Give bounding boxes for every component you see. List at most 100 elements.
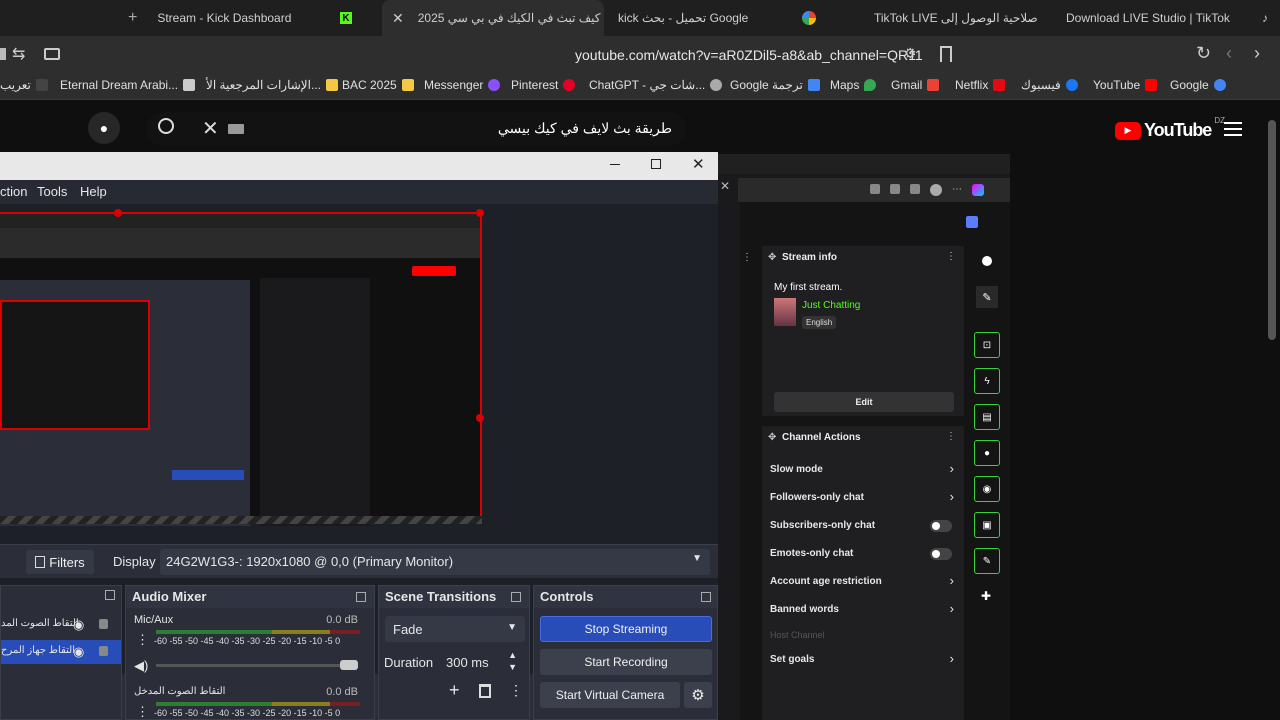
more-icon[interactable]: ⋮	[136, 632, 149, 648]
more-icon[interactable]: ⋮	[946, 251, 956, 262]
screen-icon[interactable]: ▣	[974, 512, 1000, 538]
broadcast-icon[interactable]: ◉	[974, 476, 1000, 502]
mic-icon[interactable]: ●	[88, 112, 120, 144]
source-item[interactable]: التقاط الصوت المد ◉	[1, 614, 121, 636]
wrench-icon[interactable]: ✎	[974, 548, 1000, 574]
action-followers-only[interactable]: Followers-only chat ›	[770, 489, 958, 506]
share-icon[interactable]: ⇆	[12, 44, 25, 64]
display-select[interactable]: 24G2W1G3-: 1920x1080 @ 0,0 (Primary Moni…	[160, 549, 710, 575]
undock-icon[interactable]	[701, 592, 711, 602]
menu-item-tools[interactable]: Tools	[37, 184, 67, 199]
lock-icon[interactable]	[99, 646, 108, 656]
tab-tiktok-download[interactable]: Download LIVE Studio | TikTok ♪	[1062, 0, 1272, 36]
edit-button[interactable]: Edit	[774, 392, 954, 412]
toggle-switch[interactable]	[930, 548, 952, 560]
lightning-icon[interactable]: ϟ	[974, 368, 1000, 394]
menu-icon[interactable]	[1224, 122, 1242, 136]
filters-button[interactable]: Filters	[26, 550, 94, 574]
source-item-selected[interactable]: التقاط جهاز المرح ◉	[1, 640, 121, 664]
edit-icon[interactable]: ✎	[976, 286, 998, 308]
notes-icon[interactable]: ▤	[974, 404, 1000, 430]
info-icon[interactable]	[982, 256, 992, 266]
virtual-camera-settings-button[interactable]: ⚙	[684, 682, 712, 708]
minimize-icon[interactable]	[610, 164, 620, 165]
tab-google-search[interactable]: kick تحميل - بحث Google	[612, 0, 822, 36]
close-icon[interactable]: ✕	[720, 179, 730, 193]
bookmark-item[interactable]: Pinterest	[511, 78, 576, 92]
more-icon[interactable]: ⋮	[136, 704, 149, 720]
action-set-goals[interactable]: Set goals ›	[770, 651, 958, 668]
bookmark-item[interactable]: YouTube	[1093, 78, 1158, 92]
action-emotes-only[interactable]: Emotes-only chat	[770, 548, 958, 562]
puzzle-icon[interactable]: ✚	[981, 589, 991, 603]
youtube-logo[interactable]: ▶ YouTube DZ	[1115, 116, 1225, 141]
action-account-age[interactable]: Account age restriction ›	[770, 573, 958, 590]
lock-icon[interactable]	[99, 619, 108, 629]
bookmark-item[interactable]: الإشارات المرجعية الأ...	[206, 78, 338, 92]
resize-handle[interactable]	[476, 414, 484, 422]
drag-icon[interactable]: ✥	[768, 252, 776, 263]
search-box[interactable]: ✕ طريقة بث لايف في كيك بيسي	[146, 112, 686, 146]
plus-icon[interactable]: +	[128, 9, 137, 27]
clear-icon[interactable]: ✕	[202, 116, 219, 141]
more-icon[interactable]: ⋮	[946, 431, 956, 442]
url-text[interactable]: youtube.com/watch?v=aR0ZDil5-a8&ab_chann…	[575, 47, 923, 63]
menu-item[interactable]: ction	[0, 184, 27, 199]
start-virtual-camera-button[interactable]: Start Virtual Camera	[540, 682, 680, 708]
category-link[interactable]: Just Chatting	[802, 300, 860, 311]
action-slow-mode[interactable]: Slow mode ›	[770, 461, 958, 478]
bookmark-item[interactable]: Gmail	[891, 78, 940, 92]
bookmark-item[interactable]: Maps	[830, 78, 877, 92]
bookmark-item[interactable]: Eternal Dream Arabi...	[60, 78, 196, 92]
bookmark-item[interactable]: ChatGPT - شات جي...	[589, 78, 723, 92]
extensions-icon[interactable]	[0, 48, 6, 60]
slider-handle[interactable]	[340, 660, 358, 670]
bookmark-item[interactable]: Messenger	[424, 78, 501, 92]
avatar[interactable]	[966, 216, 978, 228]
close-icon[interactable]: ✕	[692, 155, 705, 173]
bookmark-item[interactable]: فيسبوك	[1021, 78, 1078, 92]
transition-select[interactable]: Fade ▼	[385, 616, 525, 642]
undock-icon[interactable]	[356, 592, 366, 602]
undock-icon[interactable]	[511, 592, 521, 602]
extension-icons[interactable]: ⋯	[870, 184, 1010, 196]
search-icon[interactable]	[158, 118, 174, 134]
eye-icon[interactable]: ◉	[73, 617, 84, 633]
chevron-down-icon[interactable]: ▼	[508, 662, 517, 672]
bookmark-item[interactable]: Google	[1170, 78, 1226, 92]
undock-icon[interactable]	[105, 590, 115, 600]
stop-streaming-button[interactable]: Stop Streaming	[540, 616, 712, 642]
tab-youtube-active[interactable]: ✕ كيف تبث في الكيك في بي سي 2025	[382, 0, 604, 36]
bookmark-item[interactable]: Netflix	[955, 78, 1006, 92]
reload-icon[interactable]: ↻	[1196, 43, 1211, 64]
cast-icon[interactable]	[44, 48, 60, 60]
more-icon[interactable]: ⋮	[509, 682, 523, 699]
resize-handle[interactable]	[114, 209, 122, 217]
chevron-up-icon[interactable]: ▲	[508, 650, 517, 660]
action-banned-words[interactable]: Banned words ›	[770, 601, 958, 618]
trash-icon[interactable]	[479, 684, 491, 698]
start-recording-button[interactable]: Start Recording	[540, 649, 712, 675]
add-icon[interactable]: +	[449, 680, 460, 701]
page-scrollbar[interactable]	[1268, 120, 1276, 340]
back-icon[interactable]: ›	[1254, 43, 1260, 64]
volume-icon[interactable]: ◀)	[134, 658, 148, 674]
bookmark-item[interactable]: Google ترجمة	[730, 78, 820, 92]
toggle-switch[interactable]	[930, 520, 952, 532]
volume-slider[interactable]	[156, 664, 356, 667]
forward-icon[interactable]: ‹	[1226, 43, 1232, 64]
site-settings-icon[interactable]: ⚙	[904, 45, 917, 62]
keyboard-icon[interactable]	[228, 124, 244, 134]
chat-icon[interactable]: ●	[974, 440, 1000, 466]
drag-icon[interactable]: ✥	[768, 432, 776, 443]
menu-item-help[interactable]: Help	[80, 184, 107, 199]
tab-kick-dashboard[interactable]: + Stream - Kick Dashboard K	[128, 0, 358, 36]
more-icon[interactable]: ⋮	[742, 252, 752, 263]
action-subscribers-only[interactable]: Subscribers-only chat	[770, 520, 958, 534]
mod-tool-icon[interactable]: ⊡	[974, 332, 1000, 358]
duration-spinbox[interactable]: 300 ms ▲ ▼	[441, 650, 523, 674]
tab-tiktok-access[interactable]: صلاحية الوصول إلى TikTok LIVE ♪	[870, 0, 1040, 36]
eye-icon[interactable]: ◉	[73, 644, 84, 660]
bookmark-item[interactable]: تعريب	[0, 78, 48, 92]
search-input[interactable]: طريقة بث لايف في كيك بيسي	[498, 120, 672, 137]
